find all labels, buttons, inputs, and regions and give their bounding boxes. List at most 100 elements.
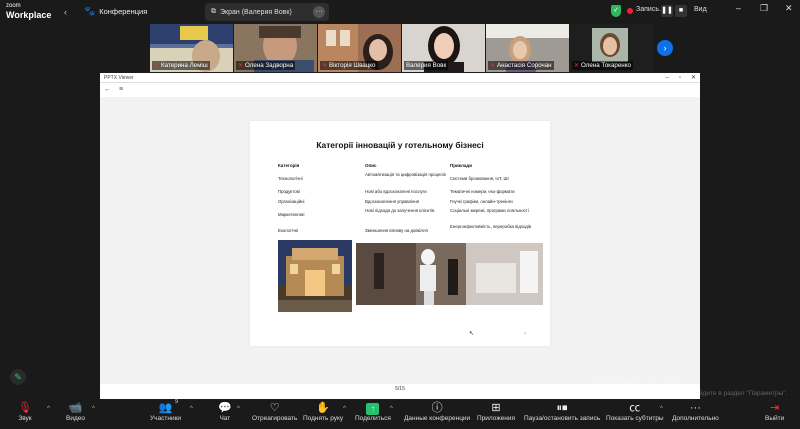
collapse-chevron-icon[interactable]: ‹ <box>64 7 67 17</box>
table-cell: Технологічні <box>278 176 303 181</box>
zoom-logo: zoom Workplace <box>6 3 52 20</box>
table-cell: Гнучкі графіки, онлайн-тренінги <box>450 199 513 204</box>
viewer-toolbar: ← ≡ <box>104 86 123 93</box>
raise-hand-button[interactable]: ✋ Поднять руку <box>303 401 343 422</box>
table-cell: Нові підходи до залучення клієнтів <box>365 208 435 213</box>
column-header: Категорія <box>278 163 300 168</box>
audio-button[interactable]: 🎙 Звук <box>18 401 32 422</box>
restore-icon[interactable]: ❐ <box>760 3 768 14</box>
table-cell: Маркетингові <box>278 212 305 217</box>
zoom-window: zoom Workplace ‹ 🐾 Конференция ⧉ Экран (… <box>0 0 800 429</box>
react-button[interactable]: ♡ Отреагировать <box>252 401 297 422</box>
apps-grid-icon: ⊞ <box>491 402 501 414</box>
leave-button[interactable]: ⇥ Выйти <box>765 401 784 422</box>
heart-icon: ♡ <box>269 402 280 414</box>
viewer-titlebar: PPTX Viewer – ▫ ✕ <box>100 73 700 83</box>
more-dots-icon: ··· <box>689 402 701 414</box>
menu-icon[interactable]: ≡ <box>119 86 123 93</box>
viewer-title: PPTX Viewer <box>104 75 134 81</box>
share-button[interactable]: ↑ Поделиться <box>355 401 391 422</box>
recording-dot-icon <box>627 8 633 14</box>
more-button[interactable]: ··· Дополнительно <box>672 401 719 422</box>
participant-tile[interactable]: ✕ Вікторія Швацко <box>318 24 401 72</box>
column-header: Приклади <box>450 163 473 168</box>
meeting-info-button[interactable]: 🐾 Конференция <box>84 6 147 17</box>
table-cell: Системи бронювання, IoT, ШІ <box>450 176 509 181</box>
viewer-minimize-icon[interactable]: – <box>665 73 668 83</box>
video-camera-icon: 📹 <box>68 402 83 414</box>
table-cell: Продуктові <box>278 189 300 194</box>
pause-record-icon[interactable]: ❚❚ <box>661 5 673 17</box>
shared-screen-pill[interactable]: ⧉ Экран (Валерия Вовк) ··· <box>205 3 329 21</box>
mic-muted-icon: ✕ <box>238 63 244 69</box>
meeting-info-tool-button[interactable]: ⓘ Данные конференции <box>404 401 470 422</box>
robot-photo <box>356 243 543 305</box>
pause-stop-record-icon: ⏸⏹ <box>556 402 568 414</box>
table-cell: Вдосконалення управління <box>365 199 420 204</box>
share-options-caret-icon[interactable]: ^ <box>390 406 393 412</box>
participant-tile-active-speaker[interactable]: Валерия Вовк <box>402 24 485 72</box>
participants-count: 9 <box>175 399 179 405</box>
participant-tile[interactable]: ✕ Олена Токаренко <box>570 24 653 72</box>
participant-tile[interactable]: ✕ Катерина Леміш <box>150 24 233 72</box>
meeting-label: Конференция <box>99 7 148 16</box>
annotate-pencil-icon[interactable]: ✎ <box>10 369 26 385</box>
table-cell: Екологічні <box>278 228 299 233</box>
windows-activation-subtext: Чтобы активировать Windows, перейдите в … <box>591 390 788 397</box>
hotel-photo <box>278 240 352 312</box>
mic-muted-icon: ✕ <box>490 63 496 69</box>
captions-options-caret-icon[interactable]: ^ <box>660 406 663 412</box>
stop-record-icon[interactable]: ■ <box>675 5 687 17</box>
participant-name: ✕ Олена Задворна <box>236 61 296 70</box>
windows-activation-watermark: Активация Windows <box>591 376 684 387</box>
shared-screen: PPTX Viewer – ▫ ✕ ← ≡ Категорії інноваці… <box>100 73 700 399</box>
chat-button[interactable]: 💬 Чат <box>218 401 232 422</box>
chat-icon: 💬 <box>218 402 232 414</box>
mic-muted-icon: ✕ <box>322 63 328 69</box>
security-shield-icon[interactable]: ✓ <box>611 5 621 17</box>
pause-record-button[interactable]: ⏸⏹ Пауза/остановить запись <box>524 401 600 422</box>
viewer-restore-icon[interactable]: ▫ <box>679 73 681 83</box>
minimize-icon[interactable]: – <box>736 3 741 13</box>
captions-button[interactable]: ㏄ Показать субтитры <box>606 401 664 422</box>
mouse-cursor-icon: ↖ <box>469 331 475 337</box>
apps-button[interactable]: ⊞ Приложения <box>477 401 515 422</box>
video-options-caret-icon[interactable]: ^ <box>92 406 95 412</box>
viewer-canvas: Категорії інновацій у готельному бізнесі… <box>100 97 700 384</box>
participant-tile[interactable]: ✕ Анастасія Сорочан <box>486 24 569 72</box>
mic-muted-icon: ✕ <box>574 63 580 69</box>
close-icon[interactable]: ✕ <box>785 3 793 14</box>
table-cell: Нові або вдосконалені послуги <box>365 189 427 194</box>
participant-name: Валерия Вовк <box>404 61 449 70</box>
table-cell: Тематичні номери, еко-формати <box>450 189 515 194</box>
slide-next-arrow-icon[interactable]: › <box>524 331 526 337</box>
meeting-icon: 🐾 <box>84 6 96 16</box>
video-button[interactable]: 📹 Видео <box>66 401 85 422</box>
meeting-toolbar: 🎙 Звук ^ 📹 Видео ^ 👥 Участники 9 ^ 💬 Чат… <box>0 399 800 429</box>
mic-muted-icon: ✕ <box>154 63 160 69</box>
raise-hand-caret-icon[interactable]: ^ <box>343 406 346 412</box>
table-cell: Організаційні <box>278 199 305 204</box>
table-cell: Соціальні мережі, програми лояльності <box>450 208 529 213</box>
participant-tile[interactable]: ✕ Олена Задворна <box>234 24 317 72</box>
back-arrow-icon[interactable]: ← <box>104 86 111 93</box>
share-screen-icon: ↑ <box>366 403 380 415</box>
table-cell: Енергоефективність, переробка відходів <box>450 224 532 229</box>
participants-options-caret-icon[interactable]: ^ <box>190 406 193 412</box>
info-icon: ⓘ <box>431 402 443 414</box>
viewer-close-icon[interactable]: ✕ <box>691 73 696 83</box>
raise-hand-icon: ✋ <box>316 402 330 414</box>
participant-name: ✕ Анастасія Сорочан <box>488 61 554 70</box>
next-page-arrow-icon[interactable]: › <box>657 40 673 56</box>
more-options-icon[interactable]: ··· <box>313 6 325 18</box>
top-bar: zoom Workplace ‹ 🐾 Конференция ⧉ Экран (… <box>0 0 800 24</box>
chat-options-caret-icon[interactable]: ^ <box>237 406 240 412</box>
participant-name: ✕ Олена Токаренко <box>572 61 633 70</box>
participant-gallery: ✕ Катерина Леміш ✕ Олена Задворна ✕ Вікторі… <box>150 24 653 72</box>
audio-options-caret-icon[interactable]: ^ <box>47 406 50 412</box>
captions-cc-icon: ㏄ <box>629 402 641 414</box>
table-cell: Зменшення впливу на довкілля <box>365 228 428 233</box>
presentation-slide: Категорії інновацій у готельному бізнесі… <box>250 121 550 346</box>
view-button[interactable]: Вид <box>694 6 707 13</box>
screen-label: Экран (Валерия Вовк) <box>220 8 292 16</box>
